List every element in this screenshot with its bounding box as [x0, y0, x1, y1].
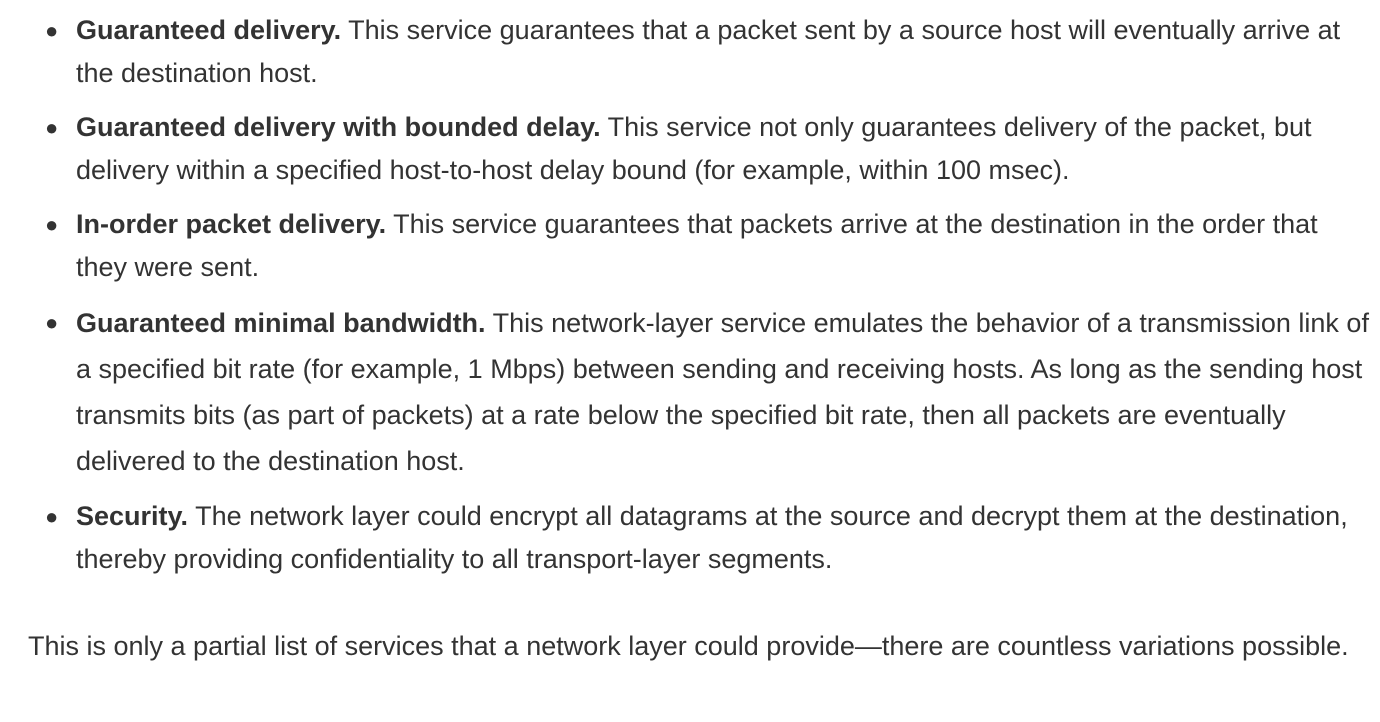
list-item: ● In-order packet delivery. This service …: [45, 203, 1376, 289]
bullet-icon: ●: [45, 504, 59, 529]
item-title: Guaranteed minimal bandwidth.: [76, 308, 486, 338]
list-item: ● Security. The network layer could encry…: [45, 495, 1376, 581]
item-title: In-order packet delivery.: [76, 209, 387, 239]
list-item: ● Guaranteed delivery. This service guara…: [45, 9, 1376, 95]
bullet-icon: ●: [45, 310, 59, 335]
item-title: Security.: [76, 501, 189, 531]
services-list: ● Guaranteed delivery. This service guara…: [0, 0, 1376, 581]
bullet-icon: ●: [45, 18, 59, 43]
list-item: ● Guaranteed minimal bandwidth. This netw…: [45, 300, 1376, 484]
bullet-icon: ●: [45, 212, 59, 237]
summary-paragraph: This is only a partial list of services …: [28, 631, 1349, 661]
item-text: The network layer could encrypt all data…: [76, 501, 1348, 574]
list-item: ● Guaranteed delivery with bounded delay.…: [45, 106, 1376, 192]
bullet-icon: ●: [45, 115, 59, 140]
item-title: Guaranteed delivery.: [76, 15, 342, 45]
item-title: Guaranteed delivery with bounded delay.: [76, 112, 601, 142]
